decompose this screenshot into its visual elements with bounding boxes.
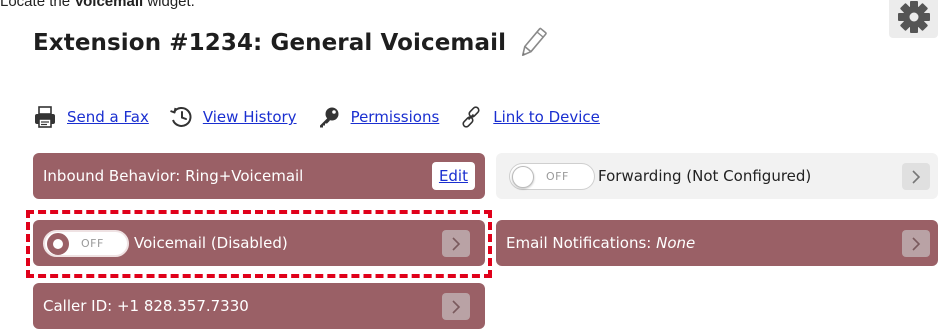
- chevron-right-icon: [452, 299, 461, 314]
- link-device-link[interactable]: Link to Device: [493, 108, 600, 126]
- instruction-text: Locate the Voicemail widget.: [0, 0, 195, 10]
- email-notifications-value: None: [656, 234, 696, 252]
- toggle-state: OFF: [546, 170, 569, 183]
- permissions-action[interactable]: Permissions: [317, 105, 440, 129]
- link-icon: [459, 105, 483, 129]
- view-history-action[interactable]: View History: [169, 105, 297, 129]
- inbound-behavior-label: Inbound Behavior: Ring+Voicemail: [43, 167, 304, 185]
- instruction-target: Voicemail: [74, 0, 144, 10]
- permissions-link[interactable]: Permissions: [351, 108, 440, 126]
- chevron-right-icon: [912, 169, 921, 184]
- caller-id-card[interactable]: Caller ID: +1 828.357.7330: [33, 283, 485, 329]
- forwarding-expand-button[interactable]: [902, 163, 930, 190]
- email-notifications-expand-button[interactable]: [902, 230, 930, 257]
- page-title: Extension #1234: General Voicemail: [33, 30, 507, 56]
- email-notifications-label: Email Notifications: None: [506, 234, 696, 252]
- voicemail-highlight-box: [26, 210, 492, 278]
- chevron-right-icon: [912, 236, 921, 251]
- toggle-knob: [512, 165, 534, 188]
- view-history-link[interactable]: View History: [203, 108, 297, 126]
- edit-title-button[interactable]: [518, 26, 548, 60]
- caller-id-label: Caller ID: +1 828.357.7330: [43, 297, 249, 315]
- forwarding-toggle[interactable]: OFF: [509, 163, 595, 190]
- history-icon: [169, 105, 193, 129]
- forwarding-card[interactable]: OFF Forwarding (Not Configured): [496, 153, 938, 199]
- send-fax-link[interactable]: Send a Fax: [67, 108, 149, 126]
- printer-icon: [33, 105, 57, 129]
- forwarding-label: Forwarding (Not Configured): [598, 167, 812, 185]
- settings-button[interactable]: [889, 0, 938, 38]
- edit-inbound-button[interactable]: Edit: [431, 162, 475, 190]
- gear-icon: [897, 1, 930, 33]
- email-notifications-card[interactable]: Email Notifications: None: [496, 220, 938, 266]
- pencil-icon: [522, 27, 547, 57]
- caller-id-expand-button[interactable]: [442, 293, 470, 320]
- link-device-action[interactable]: Link to Device: [459, 105, 600, 129]
- key-icon: [317, 105, 341, 129]
- send-fax-action[interactable]: Send a Fax: [33, 105, 149, 129]
- inbound-behavior-card: Inbound Behavior: Ring+Voicemail Edit: [33, 153, 485, 199]
